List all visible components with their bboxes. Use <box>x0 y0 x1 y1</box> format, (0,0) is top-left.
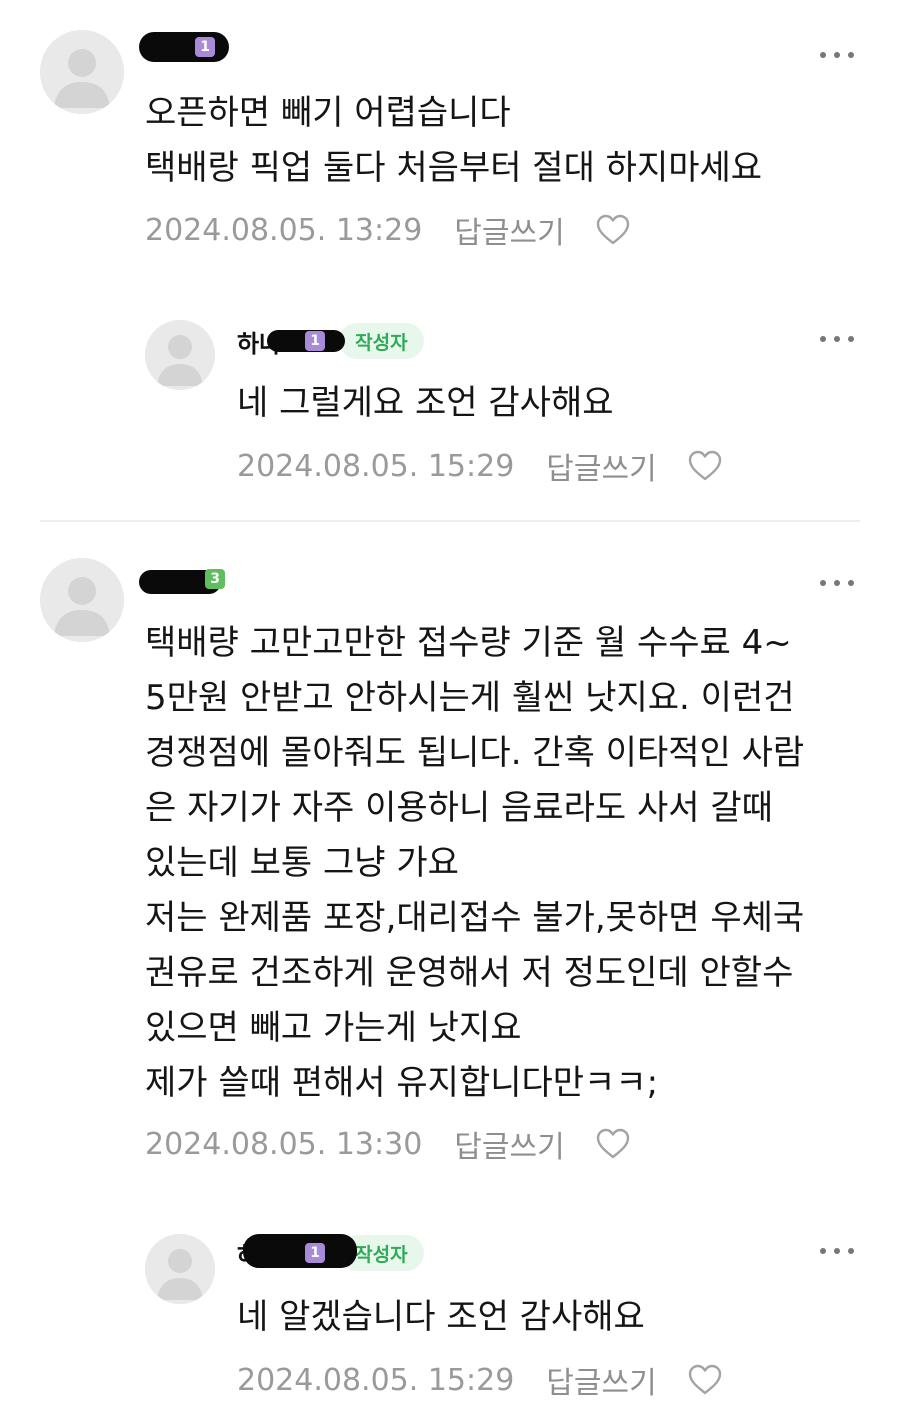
comment-date: 2024.08.05. 15:29 <box>237 1362 515 1398</box>
author-info: 하나 1 작성자 <box>237 1233 424 1271</box>
comment-meta: 2024.08.05. 13:30 답글쓰기 <box>145 1122 631 1166</box>
author-info: 종이 1 <box>139 30 229 65</box>
level-badge: 1 <box>195 37 216 57</box>
more-dots-icon[interactable] <box>820 1246 854 1256</box>
more-dots-icon[interactable] <box>820 578 854 588</box>
heart-outline-icon[interactable] <box>687 1363 723 1397</box>
heart-outline-icon[interactable] <box>595 213 631 247</box>
heart-outline-icon[interactable] <box>687 449 723 483</box>
author-info: 하나 1 작성자 <box>237 323 424 359</box>
comment-text: 오픈하면 빼기 어렵습니다 택배랑 픽업 둘다 처음부터 절대 하지마세요 <box>145 93 763 188</box>
reply-button[interactable]: 답글쓰기 <box>454 208 564 252</box>
nickname[interactable]: 하나 <box>237 1233 357 1271</box>
author-info: 흐흐 3 <box>139 562 226 597</box>
comment-text: 택배량 고만고만한 접수량 기준 월 수수료 4~ 5만원 안받고 안하시는게 … <box>145 623 805 1103</box>
comment-text: 네 그럴게요 조언 감사해요 <box>237 383 614 423</box>
level-badge: 1 <box>305 1243 326 1263</box>
avatar[interactable] <box>145 320 215 390</box>
avatar[interactable] <box>145 1234 215 1304</box>
author-badge: 작성자 <box>339 323 424 359</box>
reply-button[interactable]: 답글쓰기 <box>546 1358 656 1402</box>
comment-date: 2024.08.05. 13:30 <box>145 1126 423 1162</box>
default-profile-icon <box>40 30 124 114</box>
nickname[interactable]: 하나 <box>237 324 345 359</box>
avatar[interactable] <box>40 30 124 114</box>
level-badge: 1 <box>305 331 326 351</box>
comment-text: 네 알겠습니다 조언 감사해요 <box>237 1297 645 1337</box>
redaction-mark <box>139 31 229 62</box>
comment-date: 2024.08.05. 13:29 <box>145 212 423 248</box>
default-profile-icon <box>145 1234 215 1304</box>
default-profile-icon <box>40 558 124 642</box>
reply-button[interactable]: 답글쓰기 <box>546 444 656 488</box>
comment-meta: 2024.08.05. 15:29 답글쓰기 <box>237 1358 723 1402</box>
default-profile-icon <box>145 320 215 390</box>
more-dots-icon[interactable] <box>820 334 854 344</box>
divider <box>40 520 860 522</box>
heart-outline-icon[interactable] <box>595 1127 631 1161</box>
nickname[interactable]: 종이 <box>139 30 229 65</box>
avatar[interactable] <box>40 558 124 642</box>
more-dots-icon[interactable] <box>820 50 854 60</box>
redaction-mark <box>243 1233 357 1268</box>
level-badge: 3 <box>205 569 226 589</box>
comment-meta: 2024.08.05. 13:29 답글쓰기 <box>145 208 631 252</box>
comment-meta: 2024.08.05. 15:29 답글쓰기 <box>237 444 723 488</box>
nickname[interactable]: 흐흐 <box>139 562 221 597</box>
reply-button[interactable]: 답글쓰기 <box>454 1122 564 1166</box>
comment-date: 2024.08.05. 15:29 <box>237 448 515 484</box>
